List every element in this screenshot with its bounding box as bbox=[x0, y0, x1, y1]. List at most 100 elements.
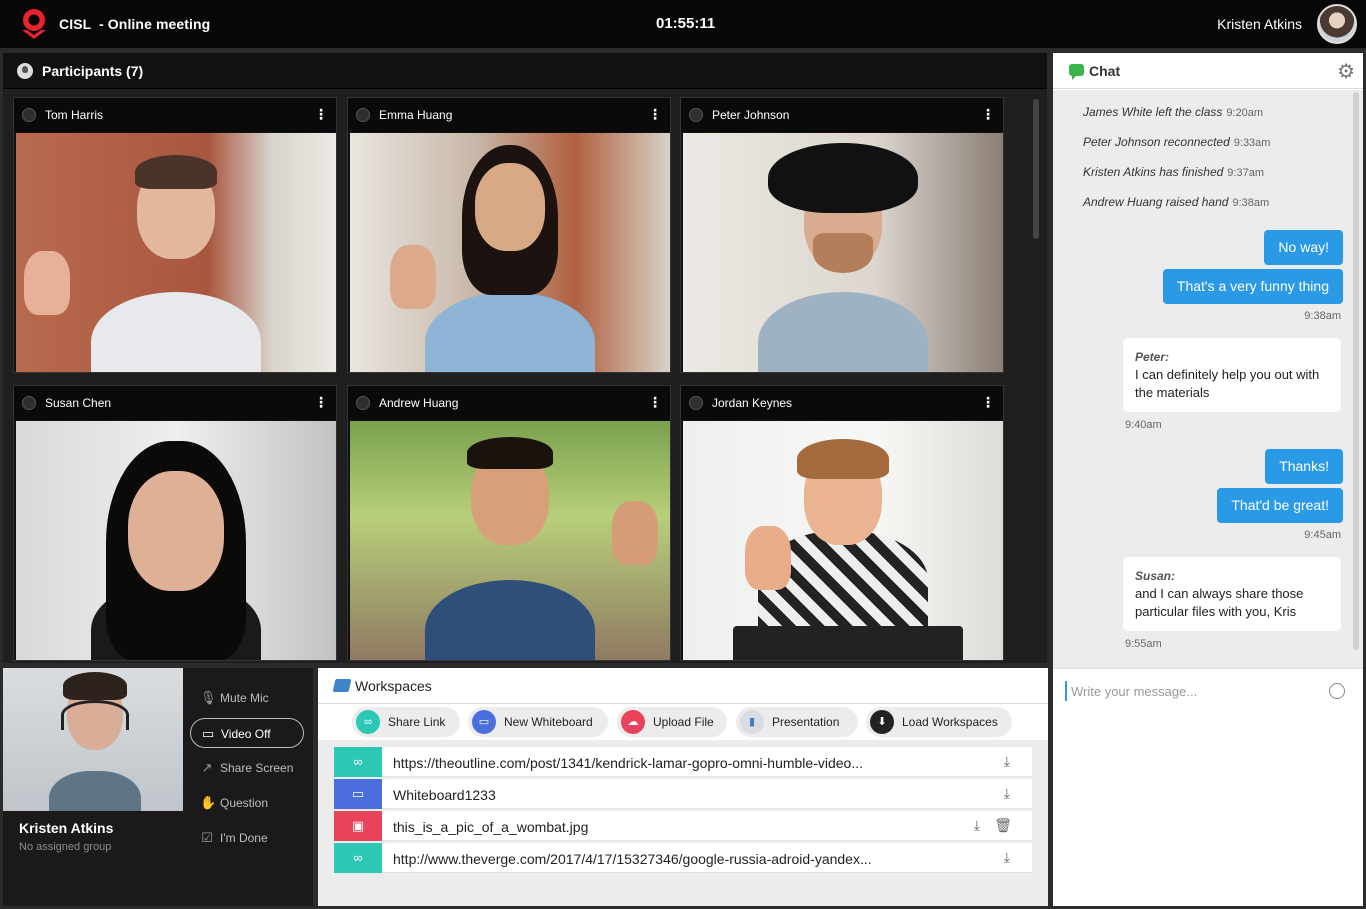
brand-name: CISL bbox=[59, 16, 92, 32]
chat-header: Chat ⚙ bbox=[1053, 53, 1363, 89]
mute-mic-button[interactable]: 🎙 Mute Mic bbox=[190, 683, 304, 713]
mute-mic-label: Mute Mic bbox=[220, 691, 269, 705]
download-icon[interactable]: ⤓ bbox=[1004, 849, 1010, 866]
link-icon: ∞ bbox=[356, 710, 380, 734]
participant-name: Susan Chen bbox=[45, 396, 112, 410]
more-options-icon[interactable]: ⋮ bbox=[314, 107, 328, 121]
workspace-item-label: http://www.theverge.com/2017/4/17/153273… bbox=[393, 851, 872, 867]
participant-tile[interactable]: Susan Chen ⋮ bbox=[13, 385, 337, 661]
workspace-item[interactable]: ▣ this_is_a_pic_of_a_wombat.jpg ⤓ 🗑 bbox=[334, 811, 1032, 841]
participant-video bbox=[350, 133, 670, 372]
workspace-item[interactable]: ▭ Whiteboard1233 ⤓ bbox=[334, 779, 1032, 809]
participant-tile[interactable]: Andrew Huang ⋮ bbox=[347, 385, 671, 661]
link-icon: ∞ bbox=[334, 843, 382, 873]
participants-title: Participants (7) bbox=[42, 63, 144, 79]
question-label: Question bbox=[220, 796, 269, 810]
raise-hand-icon: ✋ bbox=[200, 795, 217, 810]
im-done-button[interactable]: ☑ I'm Done bbox=[190, 823, 304, 853]
more-options-icon[interactable]: ⋮ bbox=[314, 395, 328, 409]
system-message: Andrew Huang raised hand 9:38am bbox=[1083, 195, 1270, 209]
upload-file-button[interactable]: ☁ Upload File bbox=[617, 707, 727, 737]
share-icon: ↗ bbox=[201, 760, 213, 775]
participant-name: Tom Harris bbox=[45, 108, 104, 122]
trash-icon[interactable]: 🗑 bbox=[994, 817, 1012, 834]
video-camera-icon: ▭ bbox=[201, 726, 215, 741]
participant-tile[interactable]: Tom Harris ⋮ bbox=[13, 97, 337, 373]
more-options-icon[interactable]: ⋮ bbox=[648, 395, 662, 409]
participant-tile[interactable]: Jordan Keynes ⋮ bbox=[680, 385, 1004, 661]
participants-scrollbar[interactable] bbox=[1033, 99, 1039, 239]
status-dot-icon bbox=[689, 396, 703, 410]
gear-icon[interactable]: ⚙ bbox=[1337, 59, 1355, 84]
participant-name: Andrew Huang bbox=[379, 396, 459, 410]
participant-tile-header: Peter Johnson ⋮ bbox=[681, 98, 1003, 132]
chat-bubble-icon bbox=[1069, 64, 1084, 80]
message-timestamp: 9:45am bbox=[1304, 529, 1341, 541]
participant-name: Peter Johnson bbox=[712, 108, 790, 122]
status-dot-icon bbox=[22, 396, 36, 410]
participant-tile[interactable]: Emma Huang ⋮ bbox=[347, 97, 671, 373]
more-options-icon[interactable]: ⋮ bbox=[648, 107, 662, 121]
more-options-icon[interactable]: ⋮ bbox=[981, 395, 995, 409]
whiteboard-icon: ▭ bbox=[472, 710, 496, 734]
share-screen-label: Share Screen bbox=[220, 761, 294, 775]
video-off-button[interactable]: ▭ Video Off bbox=[190, 718, 304, 748]
workspaces-title: Workspaces bbox=[355, 678, 432, 694]
participant-video bbox=[16, 421, 336, 660]
presentation-button[interactable]: ▮ Presentation bbox=[736, 707, 858, 737]
participant-tile-header: Susan Chen ⋮ bbox=[14, 386, 336, 420]
workspace-item-label: this_is_a_pic_of_a_wombat.jpg bbox=[393, 819, 589, 835]
participant-tile-header: Tom Harris ⋮ bbox=[14, 98, 336, 132]
participants-panel: Participants (7) Tom Harris ⋮ Emma Huang… bbox=[3, 53, 1047, 663]
system-message: Peter Johnson reconnected 9:33am bbox=[1083, 135, 1271, 149]
participant-video bbox=[16, 133, 336, 372]
status-dot-icon bbox=[356, 396, 370, 410]
participant-tile[interactable]: Peter Johnson ⋮ bbox=[680, 97, 1004, 373]
workspace-item[interactable]: ∞ http://www.theverge.com/2017/4/17/1532… bbox=[334, 843, 1032, 873]
current-user-name[interactable]: Kristen Atkins bbox=[1217, 16, 1302, 32]
message-text: and I can always share those particular … bbox=[1135, 586, 1304, 619]
participant-name: Jordan Keynes bbox=[712, 396, 793, 410]
workspace-item-label: https://theoutline.com/post/1341/kendric… bbox=[393, 755, 864, 771]
message-timestamp: 9:38am bbox=[1304, 310, 1341, 322]
presentation-chart-icon: ▮ bbox=[740, 710, 764, 734]
new-whiteboard-button[interactable]: ▭ New Whiteboard bbox=[468, 707, 608, 737]
status-dot-icon bbox=[689, 108, 703, 122]
self-video bbox=[3, 668, 183, 811]
im-done-label: I'm Done bbox=[220, 831, 268, 845]
share-link-button[interactable]: ∞ Share Link bbox=[352, 707, 460, 737]
chat-input-area bbox=[1053, 668, 1363, 906]
video-off-label: Video Off bbox=[221, 727, 271, 741]
workspaces-icon bbox=[332, 679, 352, 692]
emoji-icon[interactable] bbox=[1329, 683, 1345, 699]
message-sender: Susan: bbox=[1135, 569, 1176, 583]
self-view-panel: Kristen Atkins No assigned group 🎙 Mute … bbox=[3, 668, 313, 906]
user-avatar[interactable] bbox=[1317, 4, 1357, 44]
self-name: Kristen Atkins bbox=[19, 820, 114, 836]
top-bar: CISL - Online meeting 01:55:11 Kristen A… bbox=[0, 0, 1366, 48]
link-icon: ∞ bbox=[334, 747, 382, 777]
status-dot-icon bbox=[356, 108, 370, 122]
chat-message-input[interactable] bbox=[1065, 681, 1320, 701]
participant-tile-header: Andrew Huang ⋮ bbox=[348, 386, 670, 420]
question-button[interactable]: ✋ Question bbox=[190, 788, 304, 818]
workspaces-panel: Workspaces ∞ Share Link ▭ New Whiteboard… bbox=[318, 668, 1048, 906]
workspace-item[interactable]: ∞ https://theoutline.com/post/1341/kendr… bbox=[334, 747, 1032, 777]
system-message: Kristen Atkins has finished 9:37am bbox=[1083, 165, 1264, 179]
more-options-icon[interactable]: ⋮ bbox=[981, 107, 995, 121]
participants-header: Participants (7) bbox=[3, 53, 1047, 89]
checkbox-icon: ☑ bbox=[201, 830, 213, 845]
self-group: No assigned group bbox=[19, 841, 112, 853]
share-screen-button[interactable]: ↗ Share Screen bbox=[190, 753, 304, 783]
load-workspaces-button[interactable]: ⬇ Load Workspaces bbox=[866, 707, 1012, 737]
chat-messages: James White left the class 9:20am Peter J… bbox=[1053, 90, 1363, 668]
outgoing-message: No way! bbox=[1264, 230, 1343, 265]
participant-video bbox=[683, 421, 1003, 660]
participant-tile-header: Emma Huang ⋮ bbox=[348, 98, 670, 132]
participant-name: Emma Huang bbox=[379, 108, 453, 122]
message-timestamp: 9:55am bbox=[1125, 638, 1162, 650]
chat-scrollbar[interactable] bbox=[1353, 92, 1359, 650]
download-icon[interactable]: ⤓ bbox=[974, 817, 980, 834]
download-icon[interactable]: ⤓ bbox=[1004, 785, 1010, 802]
download-icon[interactable]: ⤓ bbox=[1004, 753, 1010, 770]
